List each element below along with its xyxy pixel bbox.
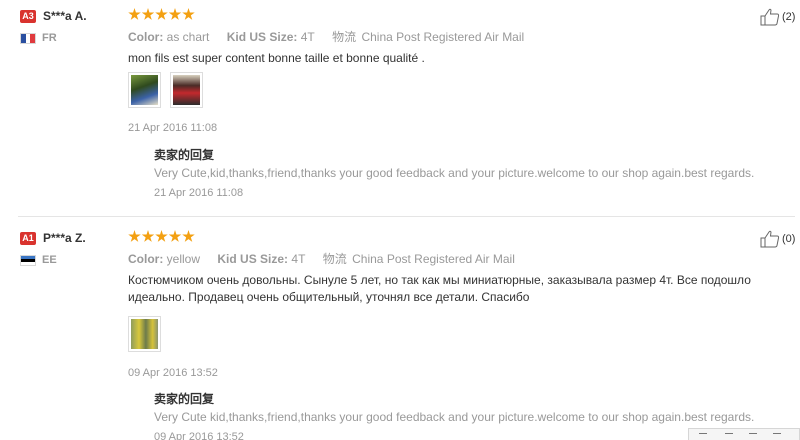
star-icon [128,8,141,20]
star-icon [168,8,182,20]
logistics-label: 物流 [322,252,347,266]
buyer-country: FR [42,32,57,44]
size-value: 4T [291,252,306,266]
star-icon [155,230,168,242]
review-photo[interactable] [128,316,161,352]
order-attributes: Color: as chart Kid US Size: 4T 物流 China… [128,28,538,45]
floating-toolbar-edge[interactable] [688,428,800,440]
star-icon [141,230,155,242]
buyer-name: P***a Z. [43,231,86,245]
review-photo[interactable] [128,72,161,108]
review-text: Костюмчиком очень довольны. Сынуле 5 лет… [128,273,751,304]
buyer-level-badge: A3 [20,10,36,23]
star-rating [128,230,196,246]
helpful-count: (2) [782,11,796,23]
seller-reply-text: Very Cute kid,thanks,friend,thanks your … [154,410,755,424]
review-date: 21 Apr 2016 11:08 [128,122,218,134]
buyer-country: EE [42,254,57,266]
thumbs-up-icon [760,8,780,26]
star-icon [128,230,141,242]
review-divider [18,216,795,217]
thumbs-up-icon [760,230,780,248]
logistics-label: 物流 [332,30,357,44]
review-date: 09 Apr 2016 13:52 [128,367,218,379]
seller-reply-title: 卖家的回复 [154,148,215,162]
buyer-level-badge: A1 [20,232,36,245]
review-text: mon fils est super content bonne taille … [128,51,425,65]
estonia-flag-icon [20,255,36,266]
seller-reply-title: 卖家的回复 [154,392,215,406]
review-item: A1 P***a Z. EE Color: yellow Kid US Size… [0,222,800,440]
size-value: 4T [300,30,315,44]
buyer-name: S***a A. [43,9,87,23]
star-icon [182,230,195,242]
star-rating [128,8,196,24]
logistics-value: China Post Registered Air Mail [352,252,515,266]
star-icon [155,8,168,20]
star-icon [168,230,182,242]
color-label: Color: [128,252,164,266]
order-attributes: Color: yellow Kid US Size: 4T 物流 China P… [128,250,529,267]
size-label: Kid US Size: [217,252,289,266]
size-label: Kid US Size: [226,30,298,44]
helpful-button[interactable]: (2) [760,8,795,26]
logistics-value: China Post Registered Air Mail [361,30,525,44]
helpful-button[interactable]: (0) [760,230,795,248]
seller-reply-date: 21 Apr 2016 11:08 [154,187,244,199]
seller-reply-text: Very Cute,kid,thanks,friend,thanks your … [154,166,755,180]
seller-reply-date: 09 Apr 2016 13:52 [154,431,244,440]
color-value: yellow [166,252,201,266]
france-flag-icon [20,33,36,44]
helpful-count: (0) [782,233,796,245]
star-icon [141,8,155,20]
star-icon [182,8,195,20]
review-item: A3 S***a A. FR Color: as chart Kid US Si… [0,0,800,216]
color-value: as chart [166,30,210,44]
review-photo[interactable] [170,72,203,108]
color-label: Color: [128,30,164,44]
